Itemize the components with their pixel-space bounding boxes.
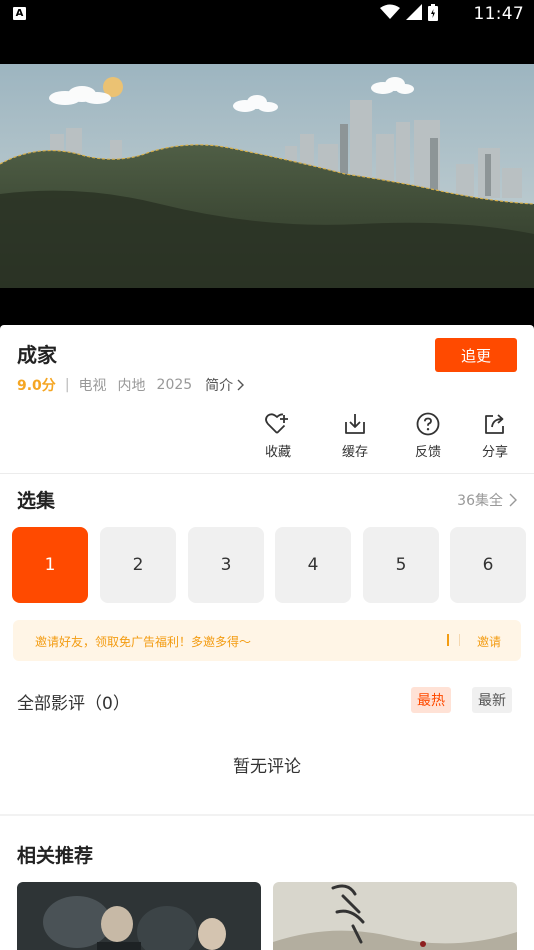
share-label: 分享 xyxy=(481,445,508,460)
wifi-icon xyxy=(380,4,400,24)
recommendation-poster xyxy=(273,882,517,950)
invite-marker xyxy=(447,634,449,646)
signal-icon xyxy=(406,4,422,24)
episode-6[interactable]: 6 xyxy=(450,527,526,603)
chevron-right-icon xyxy=(509,493,517,507)
section-divider xyxy=(0,473,534,474)
sort-new-button[interactable]: 最新 xyxy=(472,687,512,713)
status-bar: A 11:47 xyxy=(0,0,534,28)
episodes-count: 36集全 xyxy=(457,493,503,509)
drama-score: 9.0分 xyxy=(17,378,56,394)
invite-divider xyxy=(459,634,460,646)
app-notification-icon: A xyxy=(13,7,26,20)
feedback-label: 反馈 xyxy=(414,445,441,460)
recommendation-poster xyxy=(17,882,261,950)
favorite-button[interactable]: 收藏 xyxy=(248,411,308,460)
episode-4[interactable]: 4 xyxy=(275,527,351,603)
detail-sheet: 成家 9.0分 | 电视 内地 2025 简介 追更 收藏 缓存 反馈 分享 选… xyxy=(0,325,534,950)
invite-message: 邀请好友，领取免广告福利！多邀多得～ xyxy=(35,635,252,649)
sort-hot-button[interactable]: 最热 xyxy=(411,687,451,713)
action-bar: 收藏 缓存 反馈 分享 xyxy=(0,411,534,461)
recommendation-card[interactable] xyxy=(273,882,517,950)
download-label: 缓存 xyxy=(341,445,368,460)
episode-2[interactable]: 2 xyxy=(100,527,176,603)
drama-year: 2025 xyxy=(156,377,193,393)
recommendation-card[interactable] xyxy=(17,882,261,950)
drama-type: 电视 xyxy=(78,378,107,394)
episode-1[interactable]: 1 xyxy=(12,527,88,603)
empty-reviews-text: 暂无评论 xyxy=(233,757,301,777)
episode-3[interactable]: 3 xyxy=(188,527,264,603)
recommendations-heading: 相关推荐 xyxy=(17,845,94,867)
meta-separator: | xyxy=(64,377,70,393)
chevron-right-icon xyxy=(237,379,245,391)
invite-banner[interactable]: 邀请好友，领取免广告福利！多邀多得～ 邀请 xyxy=(13,620,521,661)
follow-button[interactable]: 追更 xyxy=(435,338,517,372)
share-button[interactable]: 分享 xyxy=(465,411,525,460)
invite-link[interactable]: 邀请 xyxy=(477,633,501,650)
drama-region: 内地 xyxy=(117,378,146,394)
status-icons xyxy=(380,3,438,25)
video-player[interactable] xyxy=(0,64,534,288)
heart-plus-icon xyxy=(265,411,291,437)
drama-meta: 9.0分 | 电视 内地 2025 简介 xyxy=(17,375,245,395)
battery-icon xyxy=(428,3,438,25)
download-button[interactable]: 缓存 xyxy=(325,411,385,460)
episodes-all-link[interactable]: 36集全 xyxy=(457,490,517,510)
episodes-heading: 选集 xyxy=(17,490,56,512)
drama-title: 成家 xyxy=(17,343,57,367)
reviews-title: 全部影评（0） xyxy=(17,694,130,714)
download-icon xyxy=(343,411,367,437)
episode-5[interactable]: 5 xyxy=(363,527,439,603)
status-time: 11:47 xyxy=(473,4,524,24)
question-icon xyxy=(416,411,440,437)
intro-label: 简介 xyxy=(205,378,234,394)
intro-link[interactable]: 简介 xyxy=(205,375,245,395)
feedback-button[interactable]: 反馈 xyxy=(398,411,458,460)
video-frame xyxy=(0,64,534,288)
section-divider xyxy=(0,814,534,816)
share-icon xyxy=(483,411,507,437)
favorite-label: 收藏 xyxy=(264,445,291,460)
